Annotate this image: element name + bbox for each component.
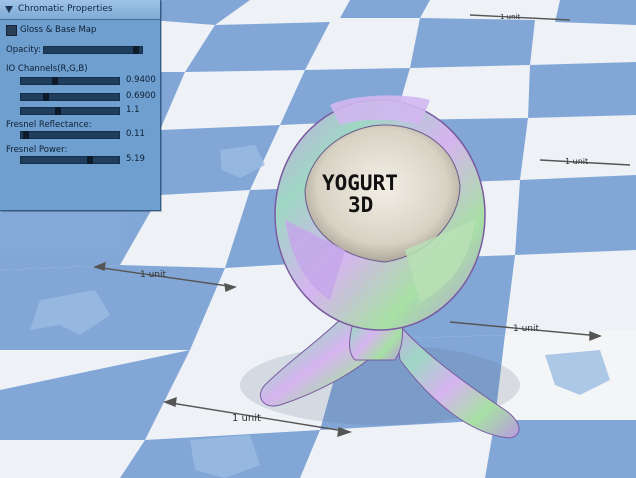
unit-label: 1 unit (140, 270, 166, 280)
io-channel-b-value: 1.1 (126, 105, 140, 115)
fresnel-power-value: 5.19 (126, 154, 145, 164)
unit-label: 1 unit (232, 413, 261, 424)
io-channel-r-slider[interactable] (20, 77, 120, 85)
fresnel-reflectance-thumb[interactable] (23, 131, 29, 139)
fresnel-reflectance-value: 0.11 (126, 129, 145, 139)
logo-line2: 3D (348, 193, 373, 217)
io-channels-label: IO Channels(R,G,B) (6, 64, 88, 74)
opacity-slider-thumb[interactable] (133, 46, 139, 54)
io-channel-r-thumb[interactable] (52, 77, 58, 85)
io-channel-r-value: 0.9400 (126, 75, 156, 85)
chromatic-properties-panel: Chromatic Properties Gloss & Base Map Op… (0, 0, 161, 211)
io-channel-g-slider[interactable] (20, 93, 120, 101)
fresnel-power-label: Fresnel Power: (6, 145, 68, 155)
unit-label: 1 unit (500, 13, 520, 21)
unit-label: 1 unit (513, 324, 539, 334)
gloss-base-map-checkbox[interactable] (6, 25, 17, 36)
logo-line1: YOGURT (322, 171, 398, 195)
fresnel-reflectance-slider[interactable] (20, 131, 120, 139)
unit-label: 1 unit (565, 157, 588, 166)
panel-titlebar[interactable]: Chromatic Properties (0, 0, 160, 20)
io-channel-b-thumb[interactable] (55, 107, 61, 115)
opacity-label: Opacity: (6, 45, 41, 55)
fresnel-power-thumb[interactable] (87, 156, 93, 164)
fresnel-power-slider[interactable] (20, 156, 120, 164)
gloss-base-map-label: Gloss & Base Map (20, 25, 97, 35)
panel-title: Chromatic Properties (18, 4, 113, 14)
opacity-slider[interactable] (43, 46, 143, 54)
io-channel-g-thumb[interactable] (43, 93, 49, 101)
collapse-triangle-icon[interactable] (5, 6, 13, 13)
io-channel-b-slider[interactable] (20, 107, 120, 115)
io-channel-g-value: 0.6900 (126, 91, 156, 101)
fresnel-reflectance-label: Fresnel Reflectance: (6, 120, 92, 130)
